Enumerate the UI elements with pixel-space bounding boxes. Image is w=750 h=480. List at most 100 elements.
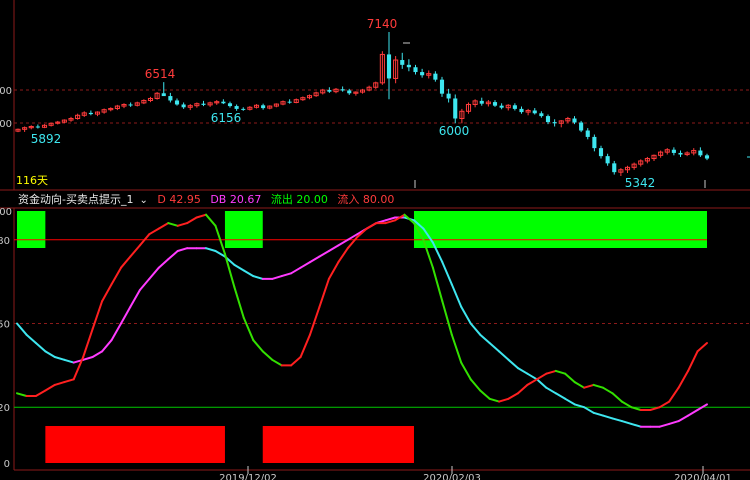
db-line-segment <box>167 250 179 261</box>
d-line-segment <box>564 372 576 384</box>
db-line-segment <box>479 333 491 344</box>
db-line-segment <box>498 350 510 361</box>
candle <box>585 130 590 137</box>
candle <box>479 100 484 104</box>
d-line-segment <box>205 213 217 227</box>
d-line-segment <box>460 361 472 381</box>
x-tick-label: 2019/12/02 <box>219 473 277 480</box>
candle <box>579 122 584 131</box>
candle <box>181 104 186 108</box>
db-line-segment <box>526 372 538 381</box>
db-line-segment <box>687 409 699 417</box>
legend-d: D 42.95 <box>157 193 201 206</box>
chevron-down-icon[interactable]: ⌄ <box>139 195 147 206</box>
db-line-segment <box>602 414 614 420</box>
d-line-segment <box>252 339 264 353</box>
db-line-segment <box>545 386 557 395</box>
db-line-segment <box>16 322 28 336</box>
d-line-segment <box>507 392 519 400</box>
price-tick-label: 00 <box>0 119 12 130</box>
candle <box>234 106 239 109</box>
candle <box>592 136 597 149</box>
candle <box>221 101 226 104</box>
d-line-segment <box>365 222 378 230</box>
candle <box>406 64 411 68</box>
db-line-segment <box>507 358 519 370</box>
candle <box>241 108 246 110</box>
candle <box>704 155 710 159</box>
d-line-segment <box>82 328 94 358</box>
price-annotation: 6514 <box>145 67 176 81</box>
x-tick-label: 2020/04/01 <box>674 473 732 480</box>
candle <box>88 112 93 115</box>
db-line-segment <box>63 358 75 364</box>
d-line-segment <box>535 372 548 381</box>
candle <box>327 90 332 92</box>
candle <box>340 89 345 91</box>
d-line-segment <box>696 342 708 353</box>
indicator-name[interactable]: 资金动向-买卖点提示_1 <box>18 193 133 206</box>
osc-tick-label: 0 <box>4 459 10 470</box>
legend-inflow: 流入 80.00 <box>337 193 395 206</box>
d-line-segment <box>242 316 255 342</box>
d-line-segment <box>517 383 529 395</box>
d-line-segment <box>110 266 122 286</box>
db-line-segment <box>271 275 283 280</box>
d-line-segment <box>53 381 66 386</box>
indicator-header[interactable]: 资金动向-买卖点提示_1 ⌄ D 42.95 DB 20.67 流出 20.00 … <box>18 192 400 208</box>
candle <box>545 116 551 123</box>
d-line-segment <box>327 261 340 280</box>
db-line-segment <box>611 417 623 423</box>
db-line-segment <box>157 258 170 269</box>
candle <box>433 73 438 80</box>
db-line-segment <box>517 367 529 375</box>
db-line-segment <box>441 261 453 286</box>
candle <box>287 101 292 103</box>
price-annotation: 7140 <box>367 17 398 31</box>
d-line-segment <box>309 305 321 336</box>
db-line-segment <box>53 356 66 361</box>
db-line-segment <box>620 420 633 425</box>
d-line-segment <box>687 350 699 372</box>
candle <box>168 96 173 101</box>
db-line-segment <box>34 342 47 353</box>
price-annotation: 5892 <box>31 132 62 146</box>
d-line-segment <box>176 222 189 227</box>
d-line-segment <box>129 244 141 258</box>
d-line-segment <box>290 356 302 367</box>
d-line-segment <box>233 286 245 319</box>
d-line-segment <box>677 369 690 389</box>
d-line-segment <box>63 378 75 384</box>
d-line-segment <box>620 400 633 409</box>
price-annotation: 6000 <box>439 124 470 138</box>
d-line-segment <box>658 400 671 409</box>
stock-chart[interactable]: 00 00 7140 6514 5892 6156 6000 5342 116天 00 80 50 20… <box>0 0 750 480</box>
d-line-segment <box>261 350 274 361</box>
candle <box>678 152 683 155</box>
osc-tick-label: 80 <box>0 236 10 247</box>
d-line-segment <box>101 283 113 303</box>
db-line-segment <box>44 350 56 358</box>
db-line-segment <box>82 356 94 361</box>
db-line-segment <box>677 414 690 423</box>
candle <box>552 122 557 124</box>
candle <box>532 110 537 114</box>
candle <box>161 93 166 97</box>
legend-db: DB 20.67 <box>210 193 262 206</box>
db-line-segment <box>554 392 567 400</box>
candle <box>439 79 445 94</box>
d-line-segment <box>271 358 283 367</box>
db-line-segment <box>242 269 255 278</box>
d-line-segment <box>592 383 604 389</box>
db-line-segment <box>658 422 671 428</box>
d-line-segment <box>573 381 586 389</box>
db-line-segment <box>138 277 151 291</box>
db-line-segment <box>299 261 311 269</box>
d-line-segment <box>498 397 510 403</box>
d-line-segment <box>611 392 623 403</box>
db-line-segment <box>337 238 349 247</box>
db-line-segment <box>101 339 113 353</box>
db-line-segment <box>91 350 104 358</box>
db-line-segment <box>592 411 604 417</box>
d-line-segment <box>668 386 680 403</box>
